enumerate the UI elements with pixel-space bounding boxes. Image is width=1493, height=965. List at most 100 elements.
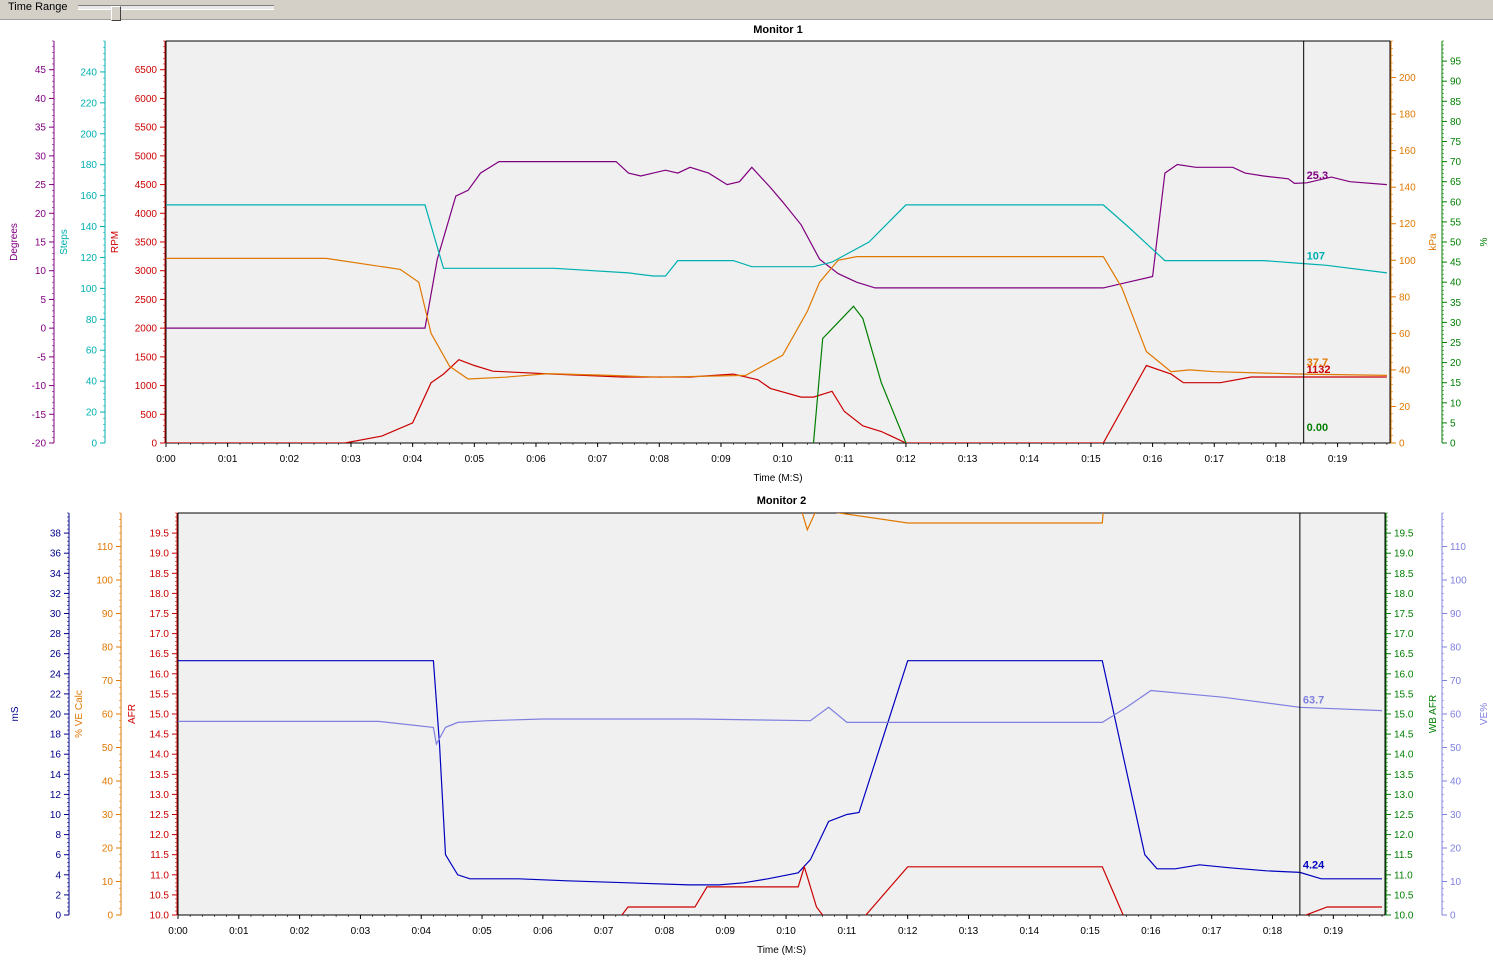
x-tick-label: 0:12 — [896, 454, 916, 465]
y-tick-label: 80 — [86, 315, 98, 326]
x-axis-label: Time (M:S) — [753, 473, 802, 484]
x-tick-label: 0:09 — [711, 454, 731, 465]
y-tick-label: 14.5 — [1394, 730, 1414, 741]
y-tick-label: -20 — [32, 439, 47, 450]
y-tick-label: 2500 — [135, 295, 158, 306]
y-tick-label: 120 — [80, 253, 97, 264]
y-tick-label: 12.5 — [1394, 810, 1414, 821]
y-tick-label: 90 — [102, 609, 114, 620]
chart-title: Monitor 2 — [757, 495, 807, 507]
y-tick-label: 26 — [50, 649, 62, 660]
y-tick-label: 60 — [102, 710, 114, 721]
y-tick-label: 3500 — [135, 238, 158, 249]
y-tick-label: 60 — [1450, 197, 1462, 208]
x-tick-label: 0:06 — [533, 926, 553, 937]
plot-area — [177, 512, 1386, 916]
y-tick-label: 10.0 — [1394, 911, 1414, 922]
y-tick-label: 5 — [1450, 418, 1456, 429]
y-tick-label: 20 — [86, 408, 98, 419]
y-tick-label: 20 — [50, 710, 62, 721]
x-tick-label: 0:02 — [290, 926, 310, 937]
y-tick-label: 14.0 — [150, 750, 170, 761]
y-tick-label: 40 — [86, 377, 98, 388]
x-axis: 0:00 0:01 0:02 0:03 0:04 0:05 0:06 0:07 0:08 0:09… — [156, 443, 1388, 465]
y-tick-label: 16.5 — [150, 649, 170, 660]
y-tick-label: 0 — [55, 911, 61, 922]
x-tick-label: 0:00 — [168, 926, 188, 937]
y-tick-label: 15.0 — [1394, 710, 1414, 721]
y-axis-vecalc: 0 10 20 30 40 50 60 70 80 90 100 110 % VE Calc — [74, 512, 122, 922]
y-tick-label: 0 — [40, 324, 46, 335]
y-tick-label: 8 — [55, 830, 61, 841]
x-tick-label: 0:15 — [1081, 454, 1101, 465]
y-tick-label: 36 — [50, 549, 62, 560]
y-tick-label: 15.5 — [150, 689, 170, 700]
y-tick-label: -5 — [37, 352, 46, 363]
x-tick-label: 0:05 — [472, 926, 492, 937]
y-tick-label: 60 — [1399, 329, 1411, 340]
x-tick-label: 0:16 — [1143, 454, 1163, 465]
x-tick-label: 0:04 — [403, 454, 423, 465]
y-tick-label: 40 — [1450, 777, 1462, 788]
y-tick-label: 4 — [55, 870, 61, 881]
y-tick-label: 10.5 — [150, 890, 170, 901]
y-axis-label: mS — [10, 706, 21, 721]
toolbar: Time Range — [0, 0, 1493, 21]
x-tick-label: 0:16 — [1141, 926, 1161, 937]
y-tick-label: 11.0 — [1394, 870, 1413, 881]
y-tick-label: 50 — [1450, 238, 1462, 249]
y-tick-label: 80 — [102, 643, 114, 654]
y-tick-label: 16.5 — [1394, 649, 1414, 660]
y-tick-label: 19.5 — [1394, 529, 1414, 540]
y-tick-label: 50 — [102, 743, 114, 754]
y-tick-label: 18.0 — [150, 589, 170, 600]
y-tick-label: 50 — [1450, 743, 1462, 754]
x-tick-label: 0:08 — [655, 926, 675, 937]
y-axis-label: Degrees — [9, 223, 20, 261]
y-axis-label: % — [1479, 237, 1490, 246]
monitor-1-chart: Monitor 10:00 0:01 0:02 0:03 0:04 0:05 0:06 0:0… — [9, 24, 1490, 484]
y-tick-label: 20 — [1450, 358, 1462, 369]
y-tick-label: 200 — [80, 129, 97, 140]
x-tick-label: 0:19 — [1328, 454, 1348, 465]
x-tick-label: 0:07 — [588, 454, 608, 465]
time-range-slider[interactable] — [78, 5, 274, 21]
y-tick-label: 6500 — [135, 65, 158, 76]
y-tick-label: 35 — [35, 123, 47, 134]
y-tick-label: 19.5 — [150, 529, 170, 540]
y-tick-label: 10.0 — [150, 911, 170, 922]
y-tick-label: 45 — [1450, 258, 1462, 269]
y-tick-label: 80 — [1450, 117, 1462, 128]
y-tick-label: 19.0 — [150, 549, 170, 560]
x-tick-label: 0:12 — [898, 926, 918, 937]
y-tick-label: 24 — [50, 669, 62, 680]
x-tick-label: 0:15 — [1080, 926, 1100, 937]
y-tick-label: 16.0 — [150, 669, 170, 680]
y-tick-label: 11.5 — [1394, 850, 1413, 861]
y-axis-label: % VE Calc — [74, 690, 85, 738]
x-tick-label: 0:17 — [1202, 926, 1222, 937]
x-tick-label: 0:18 — [1263, 926, 1283, 937]
y-tick-label: 12.0 — [150, 830, 170, 841]
y-axis-wbafr: 10.0 10.5 11.0 11.5 12.0 12.5 13.0 13.5 14.0 14.5… — [1385, 512, 1439, 922]
y-tick-label: 6000 — [135, 94, 158, 105]
x-tick-label: 0:02 — [280, 454, 300, 465]
y-tick-label: 65 — [1450, 177, 1462, 188]
y-tick-label: 0 — [91, 439, 97, 450]
y-tick-label: 40 — [1399, 365, 1411, 376]
y-axis-ms: 02468101214161820222426283032343638mS — [10, 512, 70, 922]
y-tick-label: 6 — [55, 850, 61, 861]
y-tick-label: 20 — [35, 209, 47, 220]
time-range-slider-thumb[interactable] — [111, 6, 121, 21]
y-tick-label: 30 — [1450, 810, 1462, 821]
time-range-label: Time Range — [8, 1, 68, 13]
y-tick-label: 90 — [1450, 609, 1462, 620]
y-tick-label: 100 — [1399, 256, 1416, 267]
y-tick-label: 18.5 — [1394, 569, 1414, 580]
y-tick-label: 60 — [1450, 710, 1462, 721]
y-tick-label: 0 — [107, 911, 113, 922]
x-tick-label: 0:00 — [156, 454, 176, 465]
y-tick-label: 20 — [1450, 844, 1462, 855]
y-tick-label: 80 — [1450, 643, 1462, 654]
x-tick-label: 0:18 — [1266, 454, 1286, 465]
